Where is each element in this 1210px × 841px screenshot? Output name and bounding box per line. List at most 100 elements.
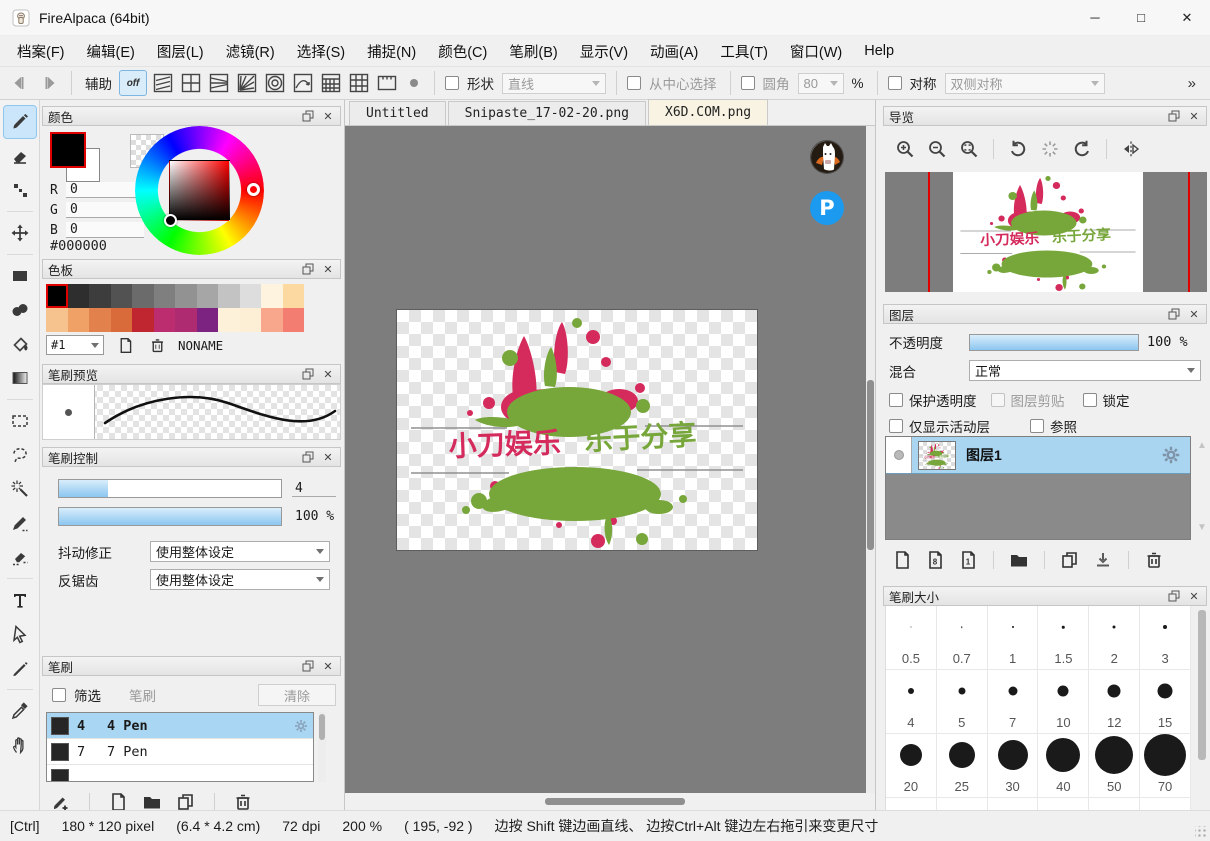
- palette-swatch[interactable]: [89, 308, 111, 332]
- select-rect-tool[interactable]: [4, 405, 36, 437]
- radial-snap-icon[interactable]: [235, 71, 259, 95]
- new-1bit-layer-icon[interactable]: 1: [957, 550, 979, 570]
- eyedropper-tool[interactable]: [4, 695, 36, 727]
- bucket-tool[interactable]: [4, 328, 36, 360]
- perspective-snap-icon[interactable]: [319, 71, 343, 95]
- brush-list-item-partial[interactable]: [47, 765, 313, 782]
- close-panel-icon[interactable]: ✕: [321, 262, 335, 276]
- stabilizer-select[interactable]: 使用整体设定: [150, 541, 330, 562]
- brush-list-scrollbar[interactable]: [318, 712, 326, 782]
- close-panel-icon[interactable]: ✕: [321, 450, 335, 464]
- channel-value-field[interactable]: 0: [66, 202, 144, 218]
- shape-checkbox[interactable]: [445, 76, 459, 90]
- layer-opacity-slider[interactable]: [969, 334, 1139, 351]
- smudge-tool[interactable]: [4, 294, 36, 326]
- brush-size-cell[interactable]: 40: [1038, 734, 1089, 798]
- brush-tool[interactable]: [4, 106, 36, 138]
- select-pen-tool[interactable]: [4, 507, 36, 539]
- text-tool[interactable]: [4, 584, 36, 616]
- magic-wand-tool[interactable]: [4, 473, 36, 505]
- shape-select[interactable]: 直线: [502, 73, 606, 94]
- delete-layer-icon[interactable]: [1143, 550, 1165, 570]
- brush-settings-gear-icon[interactable]: [293, 718, 309, 734]
- parallel-snap-icon[interactable]: [151, 71, 175, 95]
- dot-tool[interactable]: [4, 174, 36, 206]
- brush-size-cell[interactable]: 5: [937, 670, 988, 734]
- close-button[interactable]: ✕: [1164, 0, 1210, 35]
- brush-size-cell[interactable]: 2: [1089, 606, 1140, 670]
- snap-off-button[interactable]: off: [120, 71, 146, 95]
- brush-size-cell[interactable]: 7: [988, 670, 1039, 734]
- channel-value-field[interactable]: 0: [66, 182, 144, 198]
- grid-snap-icon[interactable]: [347, 71, 371, 95]
- menu-item-9[interactable]: 显示(V): [569, 37, 639, 66]
- prev-icon[interactable]: [8, 73, 28, 93]
- select-lasso-tool[interactable]: [4, 439, 36, 471]
- brush-size-cell[interactable]: 1: [988, 606, 1039, 670]
- menu-item-13[interactable]: Help: [853, 39, 905, 63]
- layer-settings-gear-icon[interactable]: [1160, 444, 1182, 466]
- palette-swatch[interactable]: [197, 284, 219, 308]
- palette-swatch[interactable]: [283, 284, 305, 308]
- cross-snap-icon[interactable]: [179, 71, 203, 95]
- foreground-color-swatch[interactable]: [50, 132, 86, 168]
- blend-mode-select[interactable]: 正常: [969, 360, 1201, 381]
- p-badge-icon[interactable]: P: [810, 191, 844, 225]
- float-panel-icon[interactable]: [1167, 589, 1181, 603]
- brush-size-cell-partial[interactable]: [988, 798, 1039, 810]
- show-active-only-checkbox[interactable]: [889, 419, 903, 433]
- round-corner-value[interactable]: 80: [798, 73, 844, 94]
- palette-set-select[interactable]: #1: [46, 335, 104, 355]
- hand-tool[interactable]: [4, 729, 36, 761]
- zoom-fit-icon[interactable]: [959, 139, 979, 159]
- gradient-tool[interactable]: [4, 362, 36, 394]
- palette-swatch[interactable]: [68, 284, 90, 308]
- canvas-viewport[interactable]: 小刀娱乐乐于分享 P: [345, 126, 875, 793]
- brush-opacity-slider[interactable]: [58, 507, 282, 526]
- brush-size-cell-partial[interactable]: [886, 798, 937, 810]
- new-page-icon[interactable]: [107, 792, 129, 812]
- brush-size-cell[interactable]: 12: [1089, 670, 1140, 734]
- palette-swatch[interactable]: [46, 284, 68, 308]
- float-panel-icon[interactable]: [301, 262, 315, 276]
- palette-swatch[interactable]: [68, 308, 90, 332]
- menu-item-1[interactable]: 档案(F): [6, 37, 76, 66]
- palette-swatch[interactable]: [89, 284, 111, 308]
- resize-grip[interactable]: [1195, 826, 1207, 838]
- menu-item-10[interactable]: 动画(A): [639, 37, 709, 66]
- brush-size-cell[interactable]: 70: [1140, 734, 1191, 798]
- merge-down-icon[interactable]: [1092, 550, 1114, 570]
- menu-item-2[interactable]: 编辑(E): [76, 37, 146, 66]
- curve-snap-icon[interactable]: [291, 71, 315, 95]
- duplicate-icon[interactable]: [175, 792, 197, 812]
- menu-item-11[interactable]: 工具(T): [709, 37, 779, 66]
- palette-swatch[interactable]: [111, 284, 133, 308]
- brush-filter-checkbox[interactable]: [52, 688, 66, 702]
- hue-marker[interactable]: [247, 183, 260, 196]
- new-8bit-layer-icon[interactable]: 8: [924, 550, 946, 570]
- brush-size-cell[interactable]: 0.7: [937, 606, 988, 670]
- document-canvas[interactable]: 小刀娱乐乐于分享: [397, 310, 757, 550]
- sv-marker[interactable]: [164, 214, 177, 227]
- menu-item-3[interactable]: 图层(L): [146, 37, 215, 66]
- palette-swatch[interactable]: [240, 284, 262, 308]
- clear-filter-button[interactable]: 清除: [258, 684, 336, 706]
- palette-swatch[interactable]: [154, 284, 176, 308]
- brush-size-value[interactable]: 4: [292, 481, 336, 497]
- rotate-cw-icon[interactable]: [1072, 139, 1092, 159]
- new-swatch-icon[interactable]: [114, 335, 136, 355]
- float-panel-icon[interactable]: [301, 109, 315, 123]
- brush-size-cell[interactable]: 4: [886, 670, 937, 734]
- brush-size-cell[interactable]: 50: [1089, 734, 1140, 798]
- float-panel-icon[interactable]: [1167, 109, 1181, 123]
- document-tab-2[interactable]: Snipaste_17-02-20.png: [448, 101, 646, 125]
- rotate-reset-icon[interactable]: [1040, 139, 1060, 159]
- brush-size-cell[interactable]: 0.5: [886, 606, 937, 670]
- canvas-vertical-scrollbar[interactable]: [866, 126, 875, 793]
- brush-size-cell-partial[interactable]: [1089, 798, 1140, 810]
- navigator-thumbnail[interactable]: 小刀娱乐乐于分享: [885, 172, 1207, 292]
- pointer-tool[interactable]: [4, 618, 36, 650]
- round-corner-checkbox[interactable]: [741, 76, 755, 90]
- document-tab-1[interactable]: Untitled: [349, 101, 446, 125]
- menu-item-12[interactable]: 窗口(W): [779, 37, 853, 66]
